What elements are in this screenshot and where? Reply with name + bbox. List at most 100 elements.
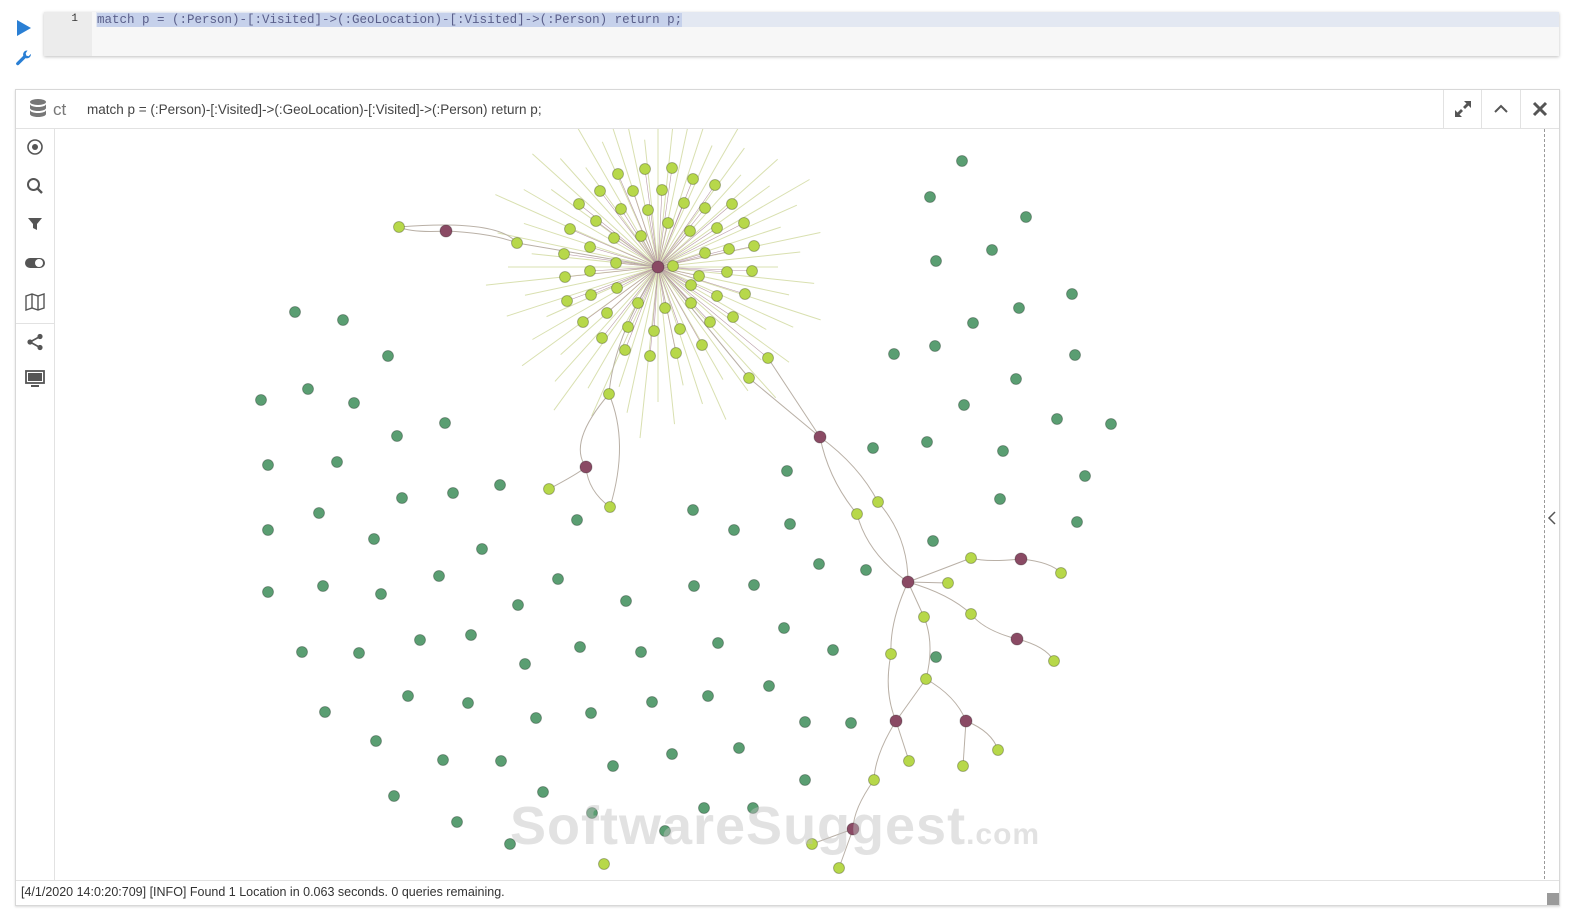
- location-node[interactable]: [921, 436, 933, 448]
- location-node[interactable]: [748, 579, 760, 591]
- visitor-node[interactable]: [723, 243, 735, 255]
- visitor-node[interactable]: [608, 232, 620, 244]
- visitor-node[interactable]: [603, 388, 615, 400]
- chevron-left-icon[interactable]: [1547, 508, 1557, 528]
- location-node[interactable]: [402, 690, 414, 702]
- location-node[interactable]: [255, 394, 267, 406]
- visitor-node[interactable]: [622, 321, 634, 333]
- monitor-button[interactable]: [16, 361, 54, 397]
- location-node[interactable]: [930, 651, 942, 663]
- location-node[interactable]: [781, 465, 793, 477]
- visitor-node[interactable]: [612, 168, 624, 180]
- location-node[interactable]: [313, 507, 325, 519]
- location-node[interactable]: [262, 524, 274, 536]
- location-node[interactable]: [462, 697, 474, 709]
- visitor-node[interactable]: [659, 302, 671, 314]
- location-node[interactable]: [439, 417, 451, 429]
- location-node[interactable]: [414, 634, 426, 646]
- location-node[interactable]: [465, 629, 477, 641]
- visitor-node[interactable]: [851, 508, 863, 520]
- location-node[interactable]: [319, 706, 331, 718]
- search-button[interactable]: [16, 168, 54, 204]
- location-node[interactable]: [929, 340, 941, 352]
- visitor-node[interactable]: [992, 744, 1004, 756]
- visitor-node[interactable]: [957, 760, 969, 772]
- location-node[interactable]: [956, 155, 968, 167]
- expand-button[interactable]: [1443, 90, 1482, 128]
- location-node[interactable]: [317, 580, 329, 592]
- location-node[interactable]: [930, 255, 942, 267]
- location-node[interactable]: [688, 580, 700, 592]
- location-node[interactable]: [1020, 211, 1032, 223]
- location-node[interactable]: [388, 790, 400, 802]
- location-node[interactable]: [763, 680, 775, 692]
- location-node[interactable]: [1079, 470, 1091, 482]
- visitor-node[interactable]: [619, 344, 631, 356]
- close-button[interactable]: [1520, 90, 1559, 128]
- visitor-node[interactable]: [635, 230, 647, 242]
- visitor-node[interactable]: [726, 198, 738, 210]
- location-node[interactable]: [296, 646, 308, 658]
- location-node[interactable]: [607, 760, 619, 772]
- location-node[interactable]: [994, 493, 1006, 505]
- hub-node[interactable]: [439, 224, 453, 238]
- visitor-node[interactable]: [642, 204, 654, 216]
- visitor-node[interactable]: [693, 270, 705, 282]
- visitor-node[interactable]: [918, 611, 930, 623]
- location-node[interactable]: [1066, 288, 1078, 300]
- location-node[interactable]: [1105, 418, 1117, 430]
- visitor-node[interactable]: [666, 162, 678, 174]
- visitor-node[interactable]: [611, 282, 623, 294]
- location-node[interactable]: [702, 690, 714, 702]
- visitor-node[interactable]: [684, 225, 696, 237]
- visitor-node[interactable]: [662, 217, 674, 229]
- hub-node[interactable]: [889, 714, 903, 728]
- visitor-node[interactable]: [709, 179, 721, 191]
- visitor-node[interactable]: [711, 222, 723, 234]
- location-node[interactable]: [646, 696, 658, 708]
- location-node[interactable]: [519, 658, 531, 670]
- location-node[interactable]: [368, 533, 380, 545]
- location-node[interactable]: [712, 637, 724, 649]
- location-node[interactable]: [476, 543, 488, 555]
- location-node[interactable]: [437, 754, 449, 766]
- location-node[interactable]: [778, 622, 790, 634]
- visitor-node[interactable]: [920, 673, 932, 685]
- location-node[interactable]: [433, 570, 445, 582]
- visitor-node[interactable]: [577, 316, 589, 328]
- visitor-node[interactable]: [699, 247, 711, 259]
- location-node[interactable]: [924, 191, 936, 203]
- visitor-node[interactable]: [584, 241, 596, 253]
- graph-canvas[interactable]: [55, 129, 1541, 879]
- visitor-node[interactable]: [601, 307, 613, 319]
- location-node[interactable]: [337, 314, 349, 326]
- visitor-node[interactable]: [942, 577, 954, 589]
- location-node[interactable]: [571, 514, 583, 526]
- hub-node[interactable]: [959, 714, 973, 728]
- hub-node[interactable]: [901, 575, 915, 589]
- hub-node[interactable]: [651, 260, 665, 274]
- visitor-node[interactable]: [903, 755, 915, 767]
- hub-node[interactable]: [1010, 632, 1024, 646]
- query-editor[interactable]: 1 match p = (:Person)-[:Visited]->(:GeoL…: [44, 12, 1559, 56]
- visitor-node[interactable]: [561, 295, 573, 307]
- visitor-node[interactable]: [965, 552, 977, 564]
- map-button[interactable]: [16, 284, 54, 320]
- visitor-node[interactable]: [604, 501, 616, 513]
- visitor-node[interactable]: [632, 297, 644, 309]
- visitor-node[interactable]: [727, 311, 739, 323]
- location-node[interactable]: [1051, 413, 1063, 425]
- location-node[interactable]: [512, 599, 524, 611]
- resize-handle-icon[interactable]: [1547, 893, 1559, 905]
- location-node[interactable]: [302, 383, 314, 395]
- visitor-node[interactable]: [644, 350, 656, 362]
- location-node[interactable]: [620, 595, 632, 607]
- location-node[interactable]: [382, 350, 394, 362]
- visitor-node[interactable]: [627, 185, 639, 197]
- location-node[interactable]: [635, 646, 647, 658]
- location-node[interactable]: [262, 459, 274, 471]
- visitor-node[interactable]: [685, 279, 697, 291]
- location-node[interactable]: [289, 306, 301, 318]
- share-button[interactable]: [16, 324, 54, 360]
- visitor-node[interactable]: [656, 184, 668, 196]
